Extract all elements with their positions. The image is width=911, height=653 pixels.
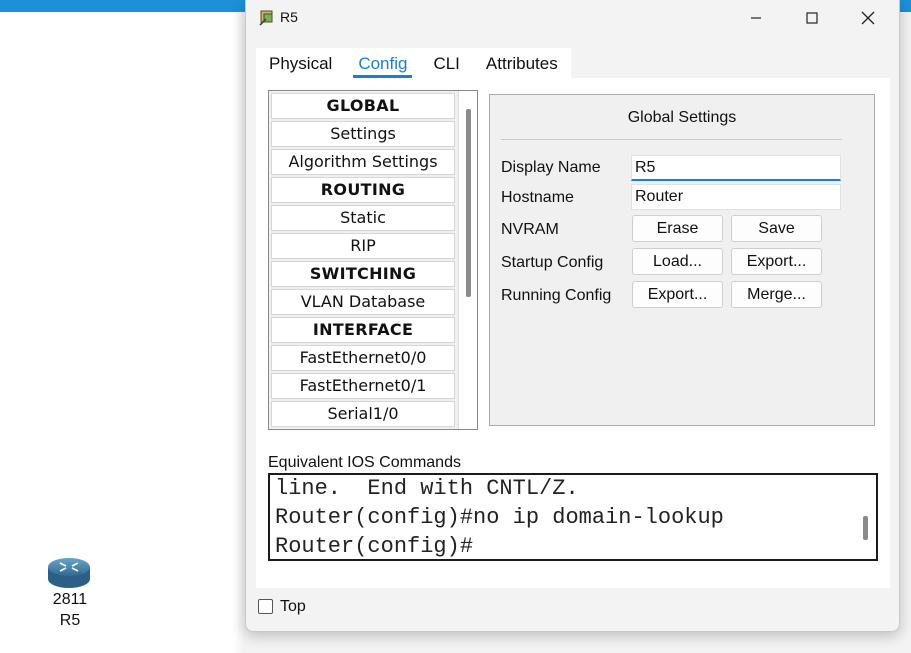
running-export-button[interactable]: Export... xyxy=(632,281,723,308)
maximize-button[interactable] xyxy=(789,4,835,32)
nav-item-vlan-database[interactable]: VLAN Database xyxy=(271,289,455,315)
tab-attributes[interactable]: Attributes xyxy=(473,48,571,78)
nav-item-algorithm-settings[interactable]: Algorithm Settings xyxy=(271,149,455,175)
nvram-erase-button[interactable]: Erase xyxy=(632,215,723,242)
running-config-label: Running Config xyxy=(501,287,612,304)
nav-item-settings[interactable]: Settings xyxy=(271,121,455,147)
window-titlebar[interactable]: R5 xyxy=(246,0,899,36)
nav-header-global: GLOBAL xyxy=(271,93,455,119)
minimize-button[interactable] xyxy=(733,4,779,32)
nav-item-serial1-0[interactable]: Serial1/0 xyxy=(271,401,455,427)
display-name-input[interactable] xyxy=(631,155,841,181)
display-name-label: Display Name xyxy=(501,159,601,176)
hostname-input[interactable] xyxy=(631,184,841,210)
console-line: line. End with CNTL/Z. xyxy=(275,476,579,501)
close-icon xyxy=(861,11,875,25)
top-checkbox[interactable] xyxy=(258,599,273,614)
hostname-label: Hostname xyxy=(501,189,574,206)
tab-cli[interactable]: CLI xyxy=(420,48,472,78)
startup-load-button[interactable]: Load... xyxy=(632,248,723,275)
global-settings-title: Global Settings xyxy=(627,109,737,126)
device-config-window: R5 Physical Config CLI Attributes GLOBAL… xyxy=(245,0,900,632)
nav-item-fastethernet0-0[interactable]: FastEthernet0/0 xyxy=(271,345,455,371)
maximize-icon xyxy=(806,12,818,24)
nav-scrollbar-thumb[interactable] xyxy=(466,109,471,297)
nav-scrollbar[interactable] xyxy=(458,91,477,429)
nav-items: GLOBAL Settings Algorithm Settings ROUTI… xyxy=(271,93,455,429)
running-merge-button[interactable]: Merge... xyxy=(731,281,822,308)
tab-bar: Physical Config CLI Attributes xyxy=(256,48,571,78)
config-nav-list: GLOBAL Settings Algorithm Settings ROUTI… xyxy=(268,90,478,430)
tab-physical[interactable]: Physical xyxy=(256,48,345,78)
device-model-label: 2811 xyxy=(52,591,88,608)
startup-config-label: Startup Config xyxy=(501,254,604,271)
nvram-label: NVRAM xyxy=(501,221,559,238)
global-settings-box: Global Settings Display Name Hostname NV… xyxy=(489,94,875,426)
ios-commands-label: Equivalent IOS Commands xyxy=(268,454,461,471)
device-name-label: R5 xyxy=(59,612,81,629)
console-scrollbar[interactable] xyxy=(856,475,876,559)
window-title: R5 xyxy=(280,9,298,25)
settings-divider xyxy=(501,139,842,140)
nav-header-switching: SWITCHING xyxy=(271,261,455,287)
nvram-save-button[interactable]: Save xyxy=(731,215,822,242)
console-line: Router(config)#no ip domain-lookup xyxy=(275,505,724,530)
nav-header-routing: ROUTING xyxy=(271,177,455,203)
top-checkbox-label[interactable]: Top xyxy=(280,598,306,616)
minimize-icon xyxy=(751,17,761,19)
console-line: Router(config)# xyxy=(275,534,474,559)
tab-config[interactable]: Config xyxy=(345,48,420,78)
close-button[interactable] xyxy=(845,4,891,32)
nav-item-rip[interactable]: RIP xyxy=(271,233,455,259)
packet-tracer-app-icon xyxy=(259,10,273,26)
router-icon[interactable] xyxy=(46,556,92,590)
nav-header-interface: INTERFACE xyxy=(271,317,455,343)
nav-item-static[interactable]: Static xyxy=(271,205,455,231)
nav-item-fastethernet0-1[interactable]: FastEthernet0/1 xyxy=(271,373,455,399)
console-scrollbar-thumb[interactable] xyxy=(863,516,868,540)
startup-export-button[interactable]: Export... xyxy=(731,248,822,275)
config-panel: GLOBAL Settings Algorithm Settings ROUTI… xyxy=(256,78,890,588)
ios-commands-console[interactable]: line. End with CNTL/Z. Router(config)#no… xyxy=(268,473,878,561)
